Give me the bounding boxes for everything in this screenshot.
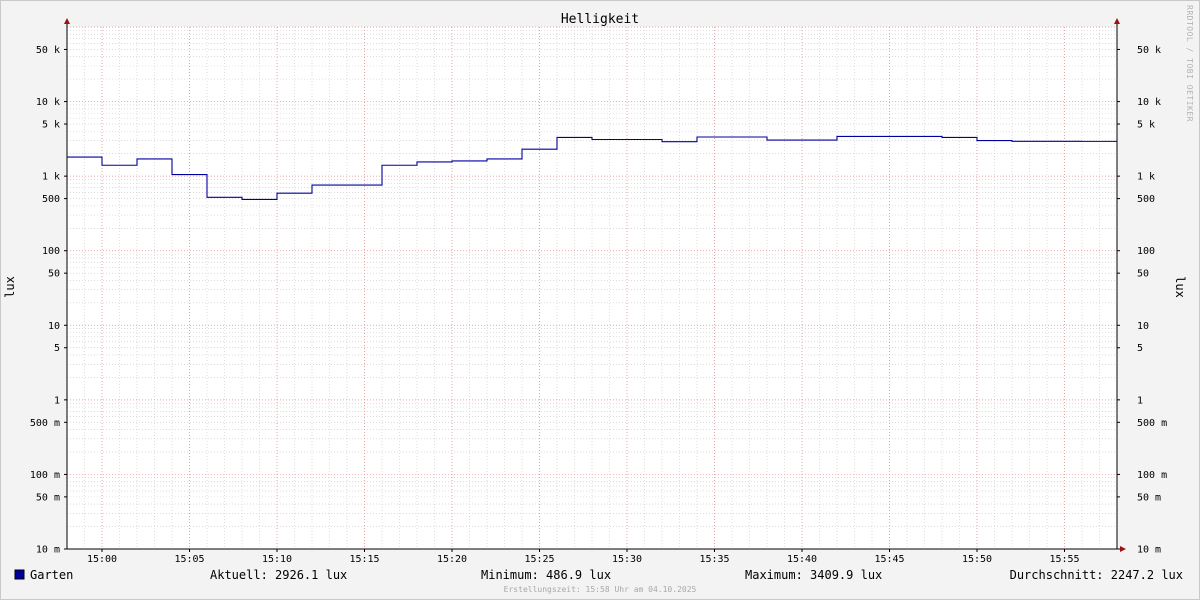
y-tick-label-left: 1: [54, 395, 60, 406]
x-axis-arrow: [1120, 546, 1126, 552]
x-tick-label: 15:50: [962, 554, 992, 565]
legend-minimum: Minimum: 486.9 lux: [481, 568, 611, 582]
y-axis-arrow-left: [64, 18, 70, 24]
y-tick-label-right: 5 k: [1137, 120, 1155, 131]
chart-title: Helligkeit: [561, 12, 639, 27]
x-tick-label: 15:25: [524, 554, 554, 565]
y-tick-label-right: 5: [1137, 343, 1143, 354]
y-tick-label-left: 500 m: [30, 418, 60, 429]
plot-area: 10 m 10 m 50 m 50 m 100 m 100 m 500 m 500 m 1 1 5 5…: [30, 18, 1167, 565]
x-tick-label: 15:35: [699, 554, 729, 565]
x-tick-label: 15:20: [437, 554, 467, 565]
x-tick-label: 15:45: [874, 554, 904, 565]
y-tick-label-right: 1: [1137, 395, 1143, 406]
footer-timestamp: Erstellungszeit: 15:58 Uhr am 04.10.2025: [504, 585, 697, 594]
y-tick-label-right: 10 m: [1137, 545, 1161, 556]
x-tick-label: 15:40: [787, 554, 817, 565]
y-tick-label-right: 50 m: [1137, 492, 1161, 503]
y-tick-label-right: 100 m: [1137, 470, 1167, 481]
legend-swatch: [14, 569, 25, 580]
y-axis-label-right: lux: [1173, 276, 1187, 298]
y-tick-label-left: 5 k: [42, 120, 60, 131]
y-axis-arrow-right: [1114, 18, 1120, 24]
y-tick-label-left: 5: [54, 343, 60, 354]
x-tick-label: 15:00: [87, 554, 117, 565]
legend-average: Durchschnitt: 2247.2 lux: [1010, 568, 1183, 582]
chart-canvas: Helligkeit lux lux RRDTOOL / TOBI OETIKE…: [3, 5, 1194, 594]
y-tick-label-right: 50: [1137, 269, 1149, 280]
y-tick-label-left: 10 k: [36, 97, 60, 108]
y-tick-label-left: 500: [42, 194, 60, 205]
y-tick-label-right: 10 k: [1137, 97, 1161, 108]
x-tick-label: 15:05: [174, 554, 204, 565]
y-tick-label-left: 50 m: [36, 492, 60, 503]
watermark: RRDTOOL / TOBI OETIKER: [1185, 5, 1194, 122]
y-tick-label-right: 100: [1137, 246, 1155, 257]
y-tick-label-left: 100 m: [30, 470, 60, 481]
y-tick-label-right: 500: [1137, 194, 1155, 205]
legend-series-name: Garten: [30, 568, 73, 582]
y-tick-label-left: 100: [42, 246, 60, 257]
y-tick-label-left: 10: [48, 321, 60, 332]
y-tick-label-right: 1 k: [1137, 172, 1155, 183]
legend-maximum: Maximum: 3409.9 lux: [745, 568, 882, 582]
legend: Garten Aktuell: 2926.1 lux Minimum: 486.…: [14, 568, 1183, 582]
y-axis-label-left: lux: [3, 276, 17, 298]
x-tick-label: 15:55: [1049, 554, 1079, 565]
y-tick-label-left: 50 k: [36, 45, 60, 56]
x-tick-label: 15:30: [612, 554, 642, 565]
x-tick-label: 15:15: [349, 554, 379, 565]
y-tick-label-right: 500 m: [1137, 418, 1167, 429]
y-tick-label-left: 50: [48, 269, 60, 280]
y-tick-label-left: 1 k: [42, 172, 60, 183]
legend-current: Aktuell: 2926.1 lux: [210, 568, 347, 582]
y-tick-label-right: 50 k: [1137, 45, 1161, 56]
y-tick-label-left: 10 m: [36, 545, 60, 556]
y-tick-label-right: 10: [1137, 321, 1149, 332]
x-tick-label: 15:10: [262, 554, 292, 565]
